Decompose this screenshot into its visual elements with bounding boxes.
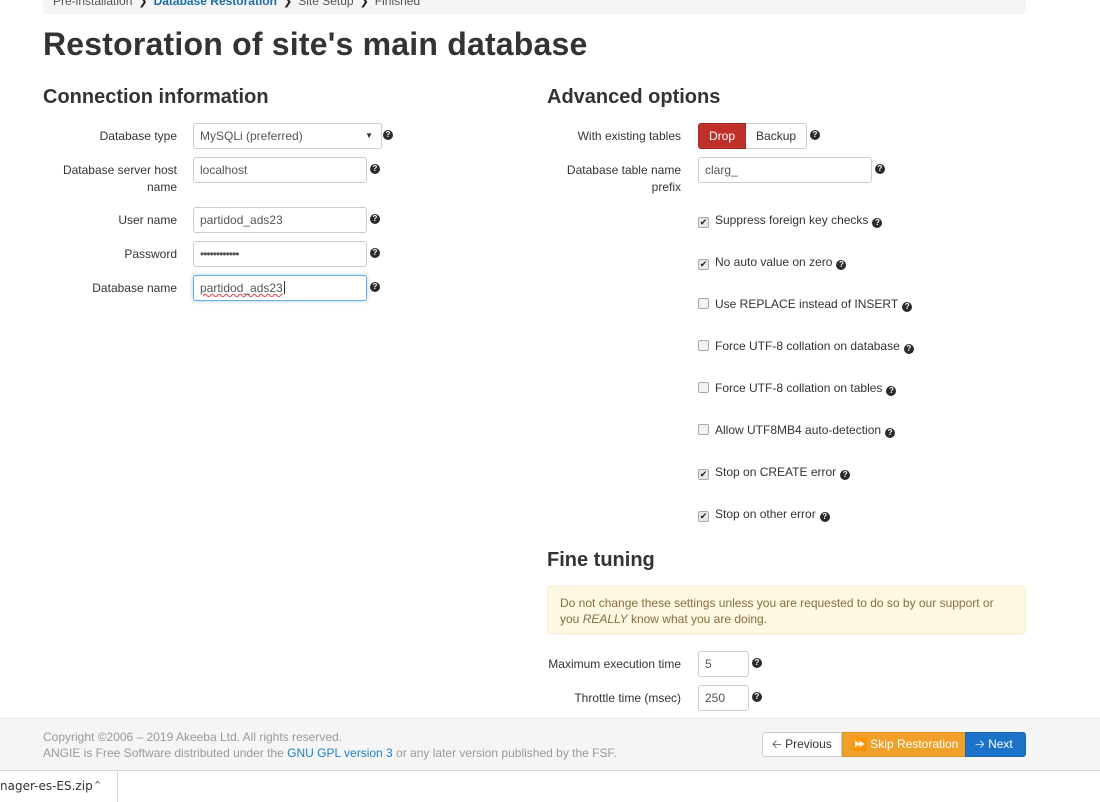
checkbox-utf8mb4[interactable]: Allow UTF8MB4 auto-detection?: [698, 423, 896, 438]
download-bar: nager-es-ES.zip ⌃: [0, 770, 1100, 802]
download-item[interactable]: nager-es-ES.zip ⌃: [0, 771, 118, 802]
checkbox[interactable]: ✔: [698, 469, 709, 480]
host-label: Database server host name: [62, 163, 177, 194]
license-line: ANGIE is Free Software distributed under…: [43, 746, 617, 760]
arrow-left-icon: 🡠: [772, 737, 782, 751]
text-cursor: [283, 281, 285, 294]
help-icon[interactable]: ?: [875, 164, 885, 174]
dbname-input[interactable]: partidod_ads23: [193, 275, 367, 301]
checkbox-suppress-fk[interactable]: ✔ Suppress foreign key checks?: [698, 213, 883, 228]
help-icon[interactable]: ?: [885, 428, 896, 438]
password-label: Password: [124, 247, 177, 261]
breadcrumb: Pre-installation ❯ Database Restoration ❯ Si…: [43, 0, 1026, 14]
checkbox-no-auto-value[interactable]: ✔ No auto value on zero?: [698, 255, 847, 270]
checkbox[interactable]: [698, 382, 709, 393]
help-icon[interactable]: ?: [370, 248, 380, 258]
next-button[interactable]: 🡢 Next: [965, 732, 1026, 757]
breadcrumb-item-database: Database Restoration: [153, 0, 277, 8]
user-label: User name: [118, 213, 177, 227]
max-exec-label: Maximum execution time: [548, 657, 681, 671]
help-icon[interactable]: ?: [752, 658, 762, 668]
caret-down-icon: ▼: [365, 131, 373, 140]
db-type-select[interactable]: MySQLi (preferred) ▼: [193, 123, 382, 149]
help-icon[interactable]: ?: [370, 214, 380, 224]
prefix-label: Database table name prefix: [566, 163, 681, 194]
user-input[interactable]: partidod_ads23: [193, 207, 367, 233]
copyright: Copyright ©2006 – 2019 Akeeba Ltd. All r…: [43, 730, 343, 744]
connection-heading: Connection information: [43, 86, 269, 108]
advanced-heading: Advanced options: [547, 86, 721, 108]
max-exec-input[interactable]: 5: [698, 651, 749, 677]
gpl-link[interactable]: GNU GPL version 3: [287, 746, 393, 760]
help-icon[interactable]: ?: [903, 344, 914, 354]
breadcrumb-item-site-setup: Site Setup: [298, 0, 354, 8]
help-icon[interactable]: ?: [819, 512, 830, 522]
fine-tuning-heading: Fine tuning: [547, 549, 655, 571]
drop-button[interactable]: Drop: [698, 123, 747, 149]
checkbox-stop-create[interactable]: ✔ Stop on CREATE error?: [698, 465, 851, 480]
db-type-label: Database type: [99, 129, 177, 143]
host-input[interactable]: localhost: [193, 157, 367, 183]
existing-tables-toggle: Drop Backup: [698, 123, 808, 149]
fast-forward-icon: ⏩: [852, 737, 867, 751]
dbname-label: Database name: [92, 281, 177, 295]
help-icon[interactable]: ?: [370, 282, 380, 292]
checkbox-utf8-tables[interactable]: Force UTF-8 collation on tables?: [698, 381, 897, 396]
help-icon[interactable]: ?: [370, 164, 380, 174]
checkbox[interactable]: ✔: [698, 217, 709, 228]
existing-tables-label: With existing tables: [577, 129, 681, 143]
previous-button[interactable]: 🡠 Previous: [762, 732, 842, 757]
checkbox-stop-other[interactable]: ✔ Stop on other error?: [698, 507, 830, 522]
breadcrumb-item-preinstall: Pre-installation: [53, 0, 133, 8]
page-title: Restoration of site's main database: [43, 26, 588, 62]
help-icon[interactable]: ?: [836, 260, 847, 270]
warning-alert: Do not change these settings unless you …: [547, 586, 1026, 634]
footer-text: Copyright ©2006 – 2019 Akeeba Ltd. All r…: [43, 729, 617, 761]
download-filename: nager-es-ES.zip: [0, 779, 93, 793]
password-input[interactable]: ••••••••••••: [193, 241, 367, 267]
checkbox[interactable]: [698, 298, 709, 309]
chevron-right-icon: ❯: [359, 0, 369, 8]
chevron-up-icon[interactable]: ⌃: [93, 771, 102, 801]
chevron-right-icon: ❯: [138, 0, 148, 8]
help-icon[interactable]: ?: [840, 470, 851, 480]
prefix-input[interactable]: clarg_: [698, 157, 872, 183]
chevron-right-icon: ❯: [282, 0, 293, 8]
checkbox[interactable]: ✔: [698, 259, 709, 270]
help-icon[interactable]: ?: [752, 692, 762, 702]
throttle-label: Throttle time (msec): [574, 691, 681, 705]
breadcrumb-item-finished: Finished: [374, 0, 421, 8]
checkbox[interactable]: [698, 340, 709, 351]
throttle-input[interactable]: 250: [698, 685, 749, 711]
backup-button[interactable]: Backup: [746, 123, 808, 149]
help-icon[interactable]: ?: [872, 218, 883, 228]
checkbox-use-replace[interactable]: Use REPLACE instead of INSERT?: [698, 297, 913, 312]
arrow-right-icon: 🡢: [975, 737, 985, 751]
help-icon[interactable]: ?: [383, 130, 393, 140]
db-type-value: MySQLi (preferred): [200, 129, 303, 143]
checkbox[interactable]: ✔: [698, 511, 709, 522]
help-icon[interactable]: ?: [886, 386, 897, 396]
help-icon[interactable]: ?: [810, 130, 820, 140]
dbname-value: partidod_ads23: [200, 281, 283, 295]
help-icon[interactable]: ?: [902, 302, 913, 312]
checkbox[interactable]: [698, 424, 709, 435]
skip-restoration-button[interactable]: ⏩ Skip Restoration: [842, 732, 969, 757]
checkbox-utf8-database[interactable]: Force UTF-8 collation on database?: [698, 339, 914, 354]
